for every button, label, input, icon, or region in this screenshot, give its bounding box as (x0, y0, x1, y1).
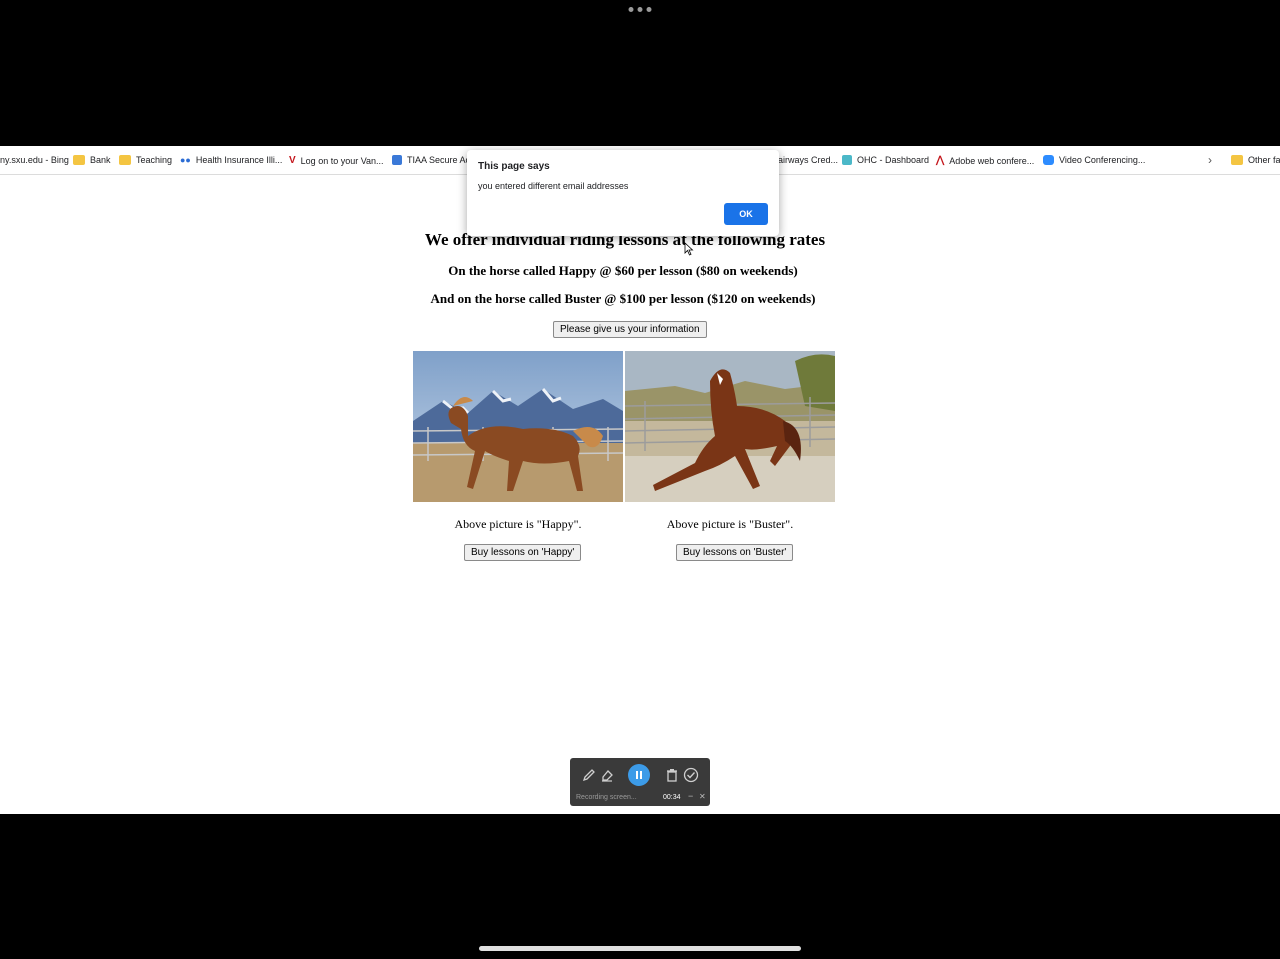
zoom-icon (1043, 155, 1054, 165)
trash-icon[interactable] (666, 768, 678, 782)
bookmark-other-favorites[interactable]: Other fav (1231, 155, 1280, 165)
vanguard-icon: V (289, 155, 296, 166)
done-check-icon[interactable] (683, 767, 699, 783)
dialog-title: This page says (478, 161, 550, 172)
link-icon: ●● (180, 155, 191, 165)
caption-happy: Above picture is "Happy". (454, 517, 582, 531)
pause-icon (636, 771, 642, 779)
rate-buster: And on the horse called Buster @ $100 pe… (430, 291, 816, 306)
recording-status: Recording screen... (576, 794, 637, 801)
page-content: We offer individual riding lessons at th… (0, 174, 1280, 814)
bookmark-vanguard[interactable]: V Log on to your Van... (289, 155, 384, 166)
recording-timer: 00:34 (663, 794, 681, 801)
rate-happy: On the horse called Happy @ $60 per less… (448, 263, 798, 278)
happy-horse-photo (413, 351, 623, 502)
folder-icon (1231, 155, 1243, 165)
tiaa-icon (392, 155, 402, 165)
adobe-icon: ⋀ (936, 155, 945, 166)
bookmark-tiaa[interactable]: TIAA Secure Acc (392, 155, 475, 165)
caption-buster: Above picture is "Buster". (666, 517, 794, 531)
ohc-icon (842, 155, 852, 165)
ok-button[interactable]: OK (724, 203, 768, 225)
pen-icon[interactable] (582, 768, 596, 782)
screen-recorder-toolbar: Recording screen... 00:34 − ✕ (570, 758, 710, 806)
browser-screen: ny.sxu.edu - Bing Bank Teaching ●● Healt… (0, 146, 1280, 814)
buy-buster-button[interactable]: Buy lessons on 'Buster' (676, 544, 794, 561)
buster-horse-photo (625, 351, 835, 502)
bookmark-adobe[interactable]: ⋀ Adobe web confere... (936, 155, 1034, 166)
bookmark-airways[interactable]: airways Cred... (778, 155, 838, 165)
pause-button[interactable] (628, 764, 650, 786)
minimize-icon[interactable]: − (688, 791, 693, 801)
alert-dialog: This page says you entered different ema… (467, 150, 779, 236)
bookmark-teaching[interactable]: Teaching (119, 155, 172, 165)
bookmark-bing[interactable]: ny.sxu.edu - Bing (0, 155, 69, 165)
bookmark-ohc[interactable]: OHC - Dashboard (842, 155, 929, 165)
folder-icon (119, 155, 131, 165)
chevron-right-icon[interactable]: › (1208, 153, 1212, 167)
home-indicator[interactable] (479, 946, 801, 951)
bookmark-bank[interactable]: Bank (73, 155, 111, 165)
close-icon[interactable]: ✕ (699, 792, 706, 801)
bookmark-health-insurance[interactable]: ●● Health Insurance Illi... (180, 155, 282, 165)
dialog-message: you entered different email addresses (478, 181, 629, 191)
folder-icon (73, 155, 85, 165)
bookmark-video-conferencing[interactable]: Video Conferencing... (1043, 155, 1145, 165)
buy-happy-button[interactable]: Buy lessons on 'Happy' (464, 544, 582, 561)
info-button[interactable]: Please give us your information (553, 321, 707, 338)
eraser-icon[interactable] (600, 768, 614, 782)
multitasking-dots[interactable] (628, 7, 652, 12)
mouse-cursor-icon (684, 242, 694, 256)
